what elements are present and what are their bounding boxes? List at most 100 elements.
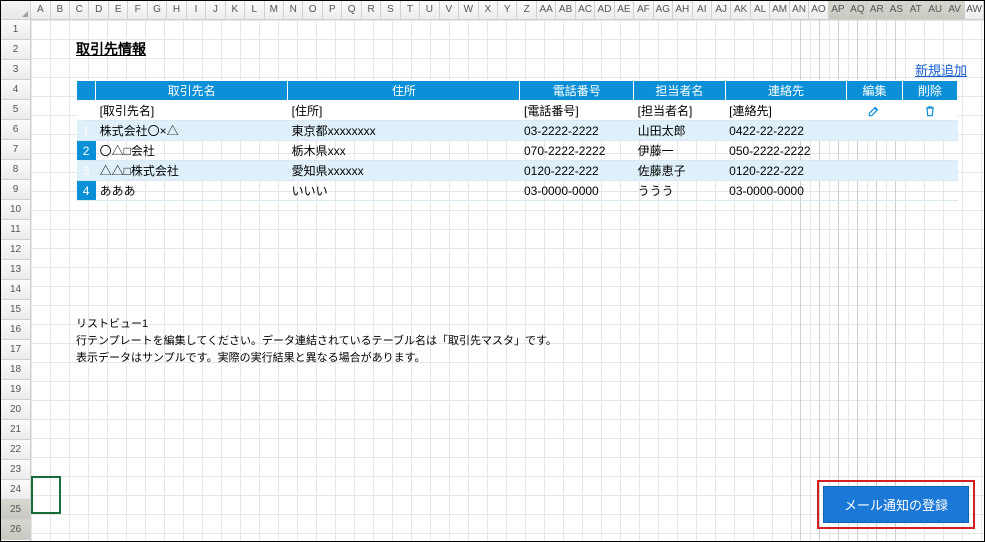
row-header-cell[interactable]: 23	[1, 460, 31, 480]
cell-tel[interactable]: [電話番号]	[520, 101, 634, 121]
row-header-cell[interactable]: 5	[1, 100, 31, 120]
cell-edit[interactable]	[847, 181, 902, 201]
cell-name[interactable]: 〇△□会社	[96, 141, 288, 161]
col-header-cell[interactable]: AO	[809, 1, 828, 19]
col-header-cell[interactable]: AU	[926, 1, 945, 19]
edit-icon[interactable]	[847, 101, 902, 121]
col-header-cell[interactable]: R	[362, 1, 381, 19]
cell-delete[interactable]	[902, 161, 957, 181]
cell-contact[interactable]: [連絡先]	[725, 101, 847, 121]
col-header-cell[interactable]: AB	[556, 1, 575, 19]
row-header-cell[interactable]: 9	[1, 180, 31, 200]
cell-name[interactable]: [取引先名]	[96, 101, 288, 121]
cell-person[interactable]: 伊藤一	[634, 141, 726, 161]
col-header-cell[interactable]: AJ	[712, 1, 731, 19]
col-header-name[interactable]: 取引先名	[96, 81, 288, 101]
cell-edit[interactable]	[847, 121, 902, 141]
col-header-cell[interactable]: C	[70, 1, 89, 19]
cell-delete[interactable]	[902, 141, 957, 161]
col-header-cell[interactable]: D	[89, 1, 108, 19]
col-header-cell[interactable]: H	[167, 1, 186, 19]
row-number[interactable]: 4	[77, 181, 96, 201]
cell-person[interactable]: 山田太郎	[634, 121, 726, 141]
row-header-cell[interactable]: 2	[1, 40, 31, 60]
col-header-cell[interactable]: AE	[615, 1, 634, 19]
col-header-cell[interactable]: AK	[731, 1, 750, 19]
mail-register-button[interactable]: メール通知の登録	[823, 486, 969, 523]
col-header-cell[interactable]: AP	[829, 1, 848, 19]
col-header-address[interactable]: 住所	[288, 81, 520, 101]
col-header-cell[interactable]: AW	[965, 1, 984, 19]
cell-tel[interactable]: 0120-222-222	[520, 161, 634, 181]
col-header-cell[interactable]: W	[459, 1, 478, 19]
col-header-cell[interactable]: AG	[654, 1, 673, 19]
row-header-cell[interactable]: 13	[1, 260, 31, 280]
row-header-cell[interactable]: 22	[1, 440, 31, 460]
col-header-cell[interactable]: X	[479, 1, 498, 19]
col-header-cell[interactable]: AV	[945, 1, 964, 19]
col-header-cell[interactable]: Q	[342, 1, 361, 19]
col-header-cell[interactable]: AL	[751, 1, 770, 19]
col-header-cell[interactable]: P	[323, 1, 342, 19]
col-header-delete[interactable]: 削除	[902, 81, 957, 101]
col-header-cell[interactable]: Z	[517, 1, 536, 19]
row-header-cell[interactable]: 7	[1, 140, 31, 160]
cell-person[interactable]: ううう	[634, 181, 726, 201]
col-header-cell[interactable]: AS	[887, 1, 906, 19]
col-header-tel[interactable]: 電話番号	[520, 81, 634, 101]
cell-tel[interactable]: 03-2222-2222	[520, 121, 634, 141]
cell-address[interactable]: いいい	[288, 181, 520, 201]
cell-contact[interactable]: 03-0000-0000	[725, 181, 847, 201]
cell-edit[interactable]	[847, 161, 902, 181]
row-header-cell[interactable]: 19	[1, 380, 31, 400]
col-header-cell[interactable]: AI	[693, 1, 712, 19]
col-header-cell[interactable]: T	[401, 1, 420, 19]
row-header-cell[interactable]: 24	[1, 480, 31, 500]
cell-delete[interactable]	[902, 121, 957, 141]
cell-contact[interactable]: 0422-22-2222	[725, 121, 847, 141]
row-header-cell[interactable]: 10	[1, 200, 31, 220]
row-header-cell[interactable]: 1	[1, 20, 31, 40]
row-header-cell[interactable]: 20	[1, 400, 31, 420]
row-header-cell[interactable]: 16	[1, 320, 31, 340]
sheet-area[interactable]: 取引先情報 新規追加 取引先名 住所 電話番号 担当者名 連絡先 編集 削除	[31, 20, 984, 541]
cell-person[interactable]: 佐藤恵子	[634, 161, 726, 181]
col-header-cell[interactable]: K	[226, 1, 245, 19]
row-header-cell[interactable]: 25	[1, 500, 31, 520]
col-header-cell[interactable]: F	[128, 1, 147, 19]
row-header-cell[interactable]: 17	[1, 340, 31, 360]
cell-address[interactable]: 東京都xxxxxxxx	[288, 121, 520, 141]
cell-name[interactable]: あああ	[96, 181, 288, 201]
col-header-cell[interactable]: S	[381, 1, 400, 19]
col-header-cell[interactable]: AT	[907, 1, 926, 19]
col-header-cell[interactable]: N	[284, 1, 303, 19]
row-header-cell[interactable]: 8	[1, 160, 31, 180]
row-header-cell[interactable]: 6	[1, 120, 31, 140]
col-header-cell[interactable]: A	[31, 1, 50, 19]
cell-name[interactable]: △△□株式会社	[96, 161, 288, 181]
col-header-cell[interactable]: AQ	[848, 1, 867, 19]
row-header-cell[interactable]: 15	[1, 300, 31, 320]
col-header-cell[interactable]: E	[109, 1, 128, 19]
col-header-cell[interactable]: L	[245, 1, 264, 19]
col-header-cell[interactable]: AC	[576, 1, 595, 19]
col-header-cell[interactable]: B	[51, 1, 70, 19]
select-all-corner[interactable]	[1, 1, 31, 19]
add-new-link[interactable]: 新規追加	[915, 60, 967, 79]
cell-contact[interactable]: 050-2222-2222	[725, 141, 847, 161]
col-header-cell[interactable]: AN	[790, 1, 809, 19]
cell-address[interactable]: 愛知県xxxxxx	[288, 161, 520, 181]
col-header-cell[interactable]: AM	[770, 1, 789, 19]
cell-person[interactable]: [担当者名]	[634, 101, 726, 121]
col-header-cell[interactable]: I	[187, 1, 206, 19]
row-header-cell[interactable]: 4	[1, 80, 31, 100]
delete-icon[interactable]	[902, 101, 957, 121]
row-header-cell[interactable]: 11	[1, 220, 31, 240]
col-header-cell[interactable]: AF	[634, 1, 653, 19]
cell-edit[interactable]	[847, 141, 902, 161]
col-header-cell[interactable]: U	[420, 1, 439, 19]
col-header-cell[interactable]: AA	[537, 1, 556, 19]
row-header-cell[interactable]: 3	[1, 60, 31, 80]
col-header-contact[interactable]: 連絡先	[725, 81, 847, 101]
cell-contact[interactable]: 0120-222-222	[725, 161, 847, 181]
